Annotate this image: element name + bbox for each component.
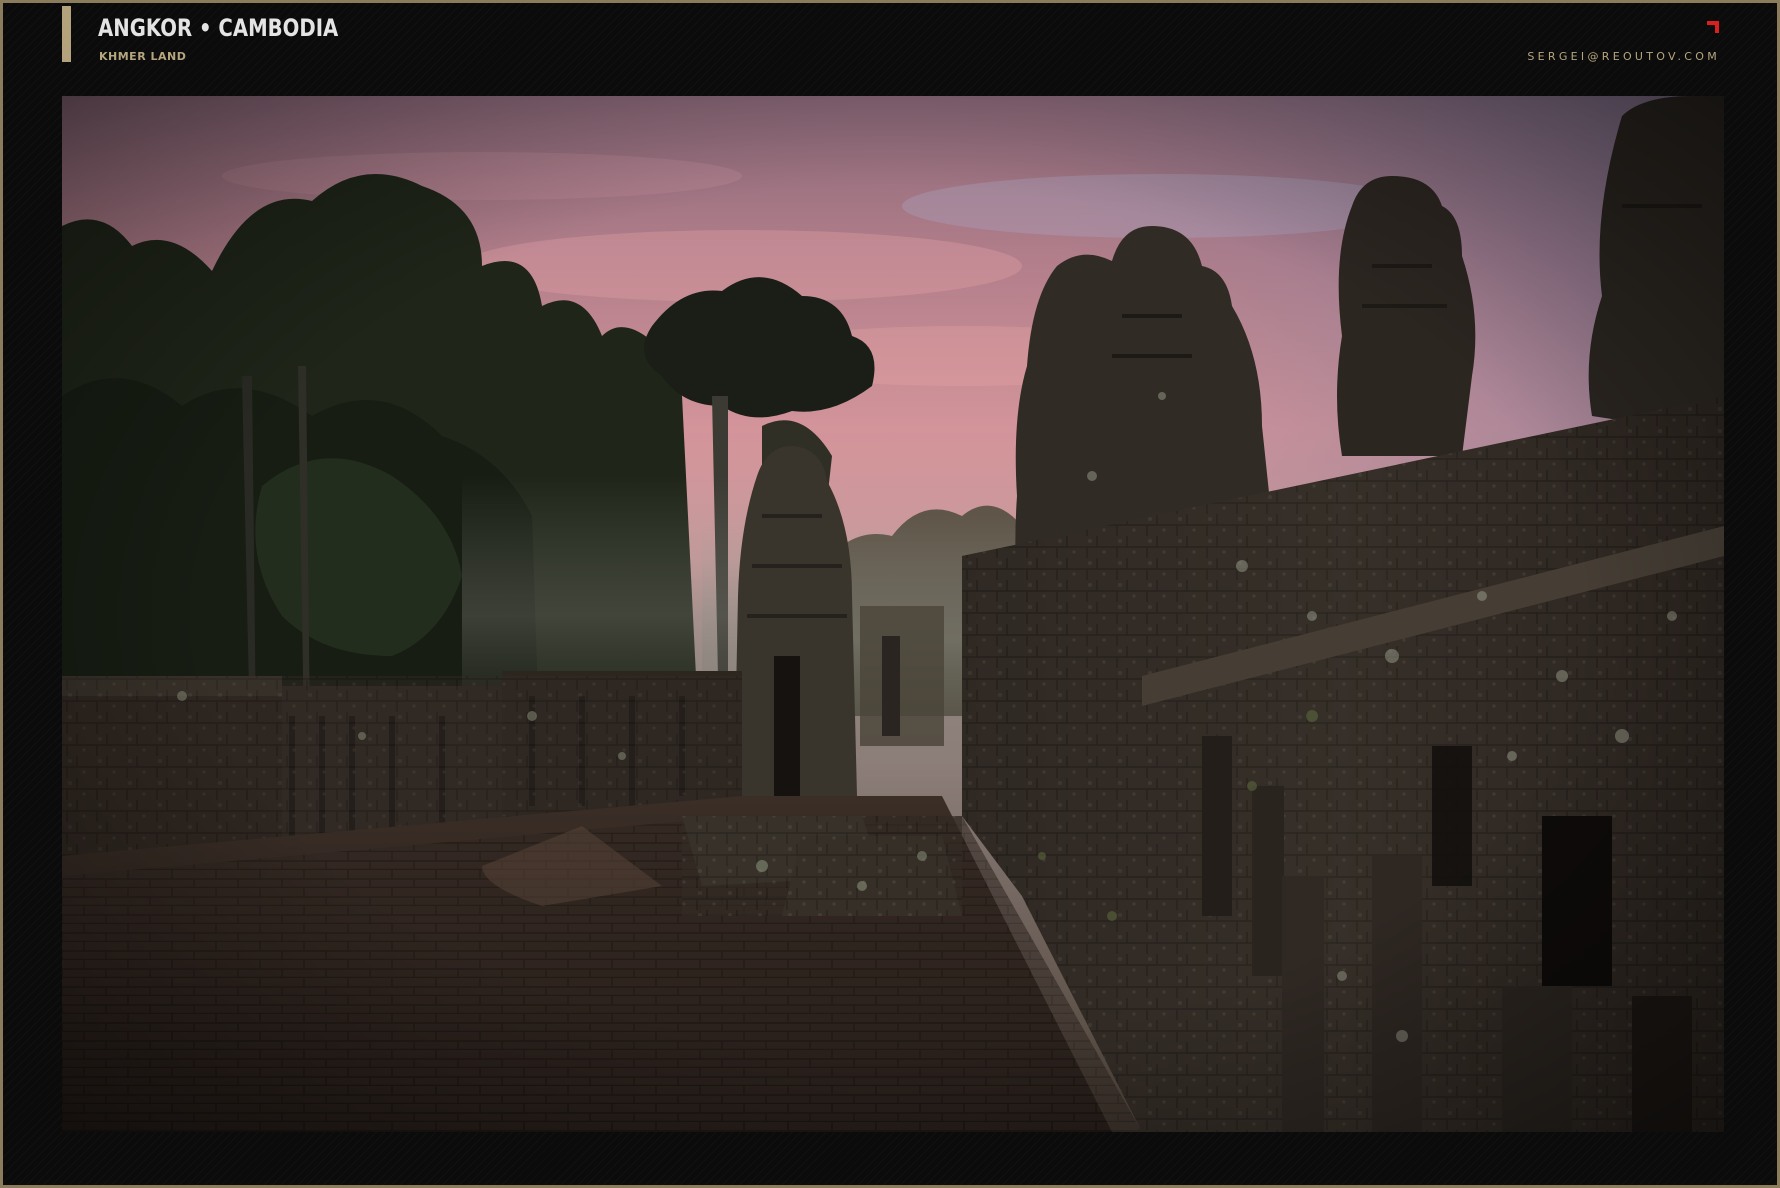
contact-email: SERGEI@REOUTOV.COM [1527,50,1720,63]
photo-frame: ANGKOR • CAMBODIA KHMER LAND SERGEI@REOU… [0,0,1780,1188]
title-location: ANGKOR [98,14,193,42]
page-title: ANGKOR • CAMBODIA [98,14,338,42]
title-separator: • [198,14,212,42]
corner-mark-icon [1707,21,1719,33]
title-accent-bar [62,6,71,62]
temple-photo [62,96,1724,1132]
title-country: CAMBODIA [218,14,339,42]
page-subtitle: KHMER LAND [99,50,187,63]
